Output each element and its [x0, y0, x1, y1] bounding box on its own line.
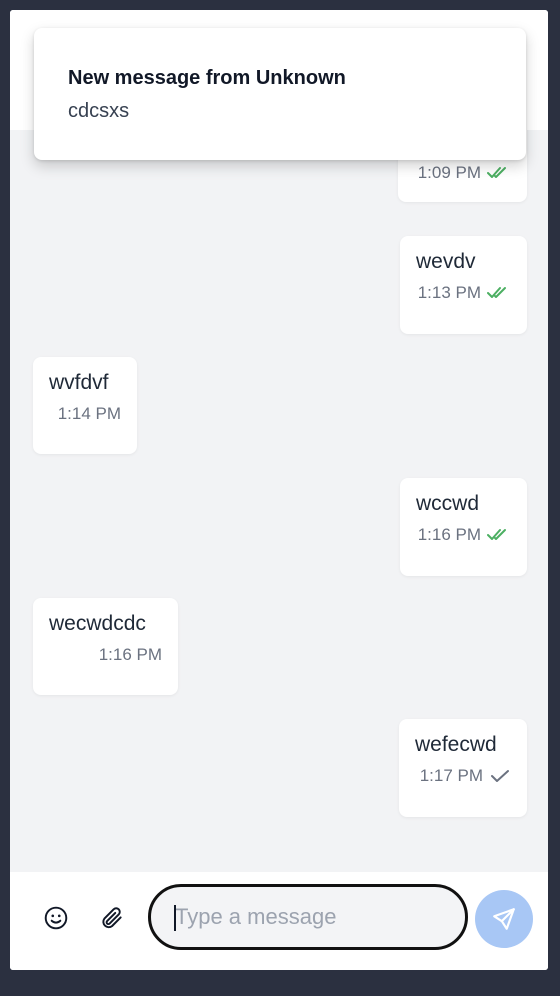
message-time: 1:16 PM: [417, 525, 481, 544]
message-input[interactable]: [173, 903, 447, 931]
message-outgoing: wevdv 1:13 PM: [400, 236, 527, 334]
message-text: wevdv: [416, 250, 476, 273]
chat-window: New message from Unknown cdcsxs wfrwv 1:…: [10, 10, 548, 970]
send-icon: [493, 908, 515, 930]
message-time: 1:09 PM: [417, 163, 481, 182]
double-check-icon: [487, 287, 506, 298]
emoji-button[interactable]: [38, 900, 74, 936]
text-caret: [174, 905, 176, 931]
attach-button[interactable]: [94, 900, 130, 936]
double-check-icon: [487, 529, 506, 540]
notification-body: cdcsxs: [68, 100, 130, 122]
check-icon: [491, 770, 509, 782]
message-text: wvfdvf: [49, 371, 109, 394]
message-list[interactable]: wfrwv 1:09 PM wevdv 1:13 PM wvfdvf 1:14 …: [10, 130, 548, 872]
message-text: wecwdcdc: [49, 612, 146, 635]
message-text: wefecwd: [415, 733, 497, 756]
message-outgoing: wccwd 1:16 PM: [400, 478, 527, 576]
message-time: 1:14 PM: [57, 404, 121, 423]
message-incoming: wecwdcdc 1:16 PM: [33, 598, 178, 695]
double-check-icon: [487, 167, 506, 178]
message-time: 1:17 PM: [419, 766, 483, 785]
notification-title: New message from Unknown: [68, 67, 346, 89]
message-time: 1:16 PM: [98, 645, 162, 664]
message-incoming: wvfdvf 1:14 PM: [33, 357, 137, 454]
message-outgoing: wefecwd 1:17 PM: [399, 719, 527, 817]
notification-toast[interactable]: New message from Unknown cdcsxs: [34, 28, 526, 160]
paperclip-icon: [102, 907, 122, 929]
message-time: 1:13 PM: [417, 283, 481, 302]
message-composer: [10, 872, 548, 970]
emoji-icon: [44, 906, 68, 930]
message-text: wccwd: [416, 492, 480, 515]
send-button[interactable]: [475, 890, 533, 948]
message-input-container[interactable]: [148, 884, 468, 950]
